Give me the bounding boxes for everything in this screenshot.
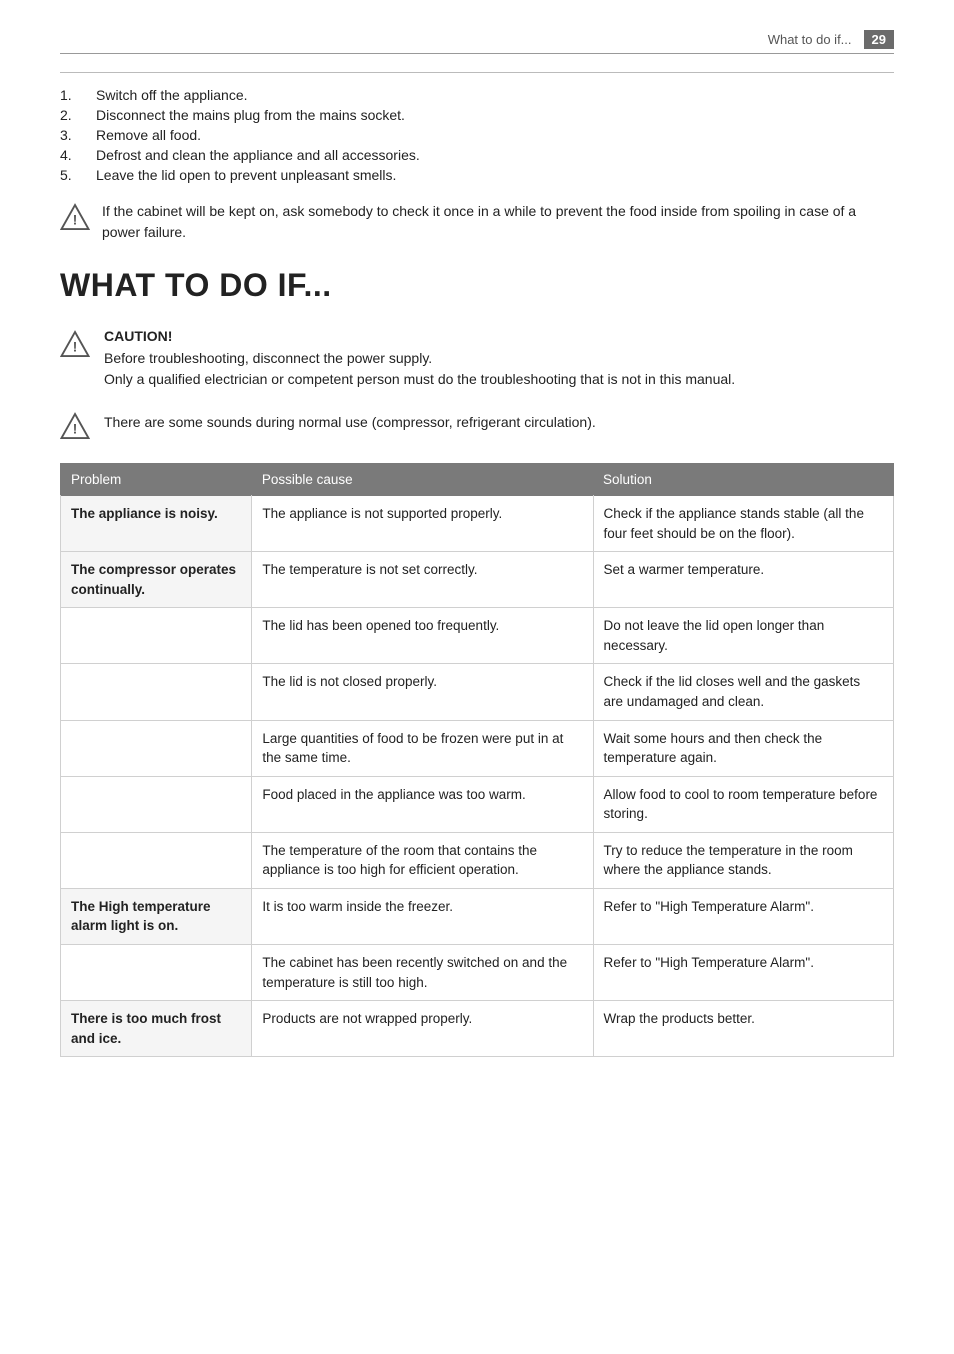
page-header: What to do if... 29 (60, 30, 894, 54)
cause-cell: The temperature of the room that contain… (252, 832, 593, 888)
cause-cell: The lid has been opened too frequently. (252, 608, 593, 664)
intro-list: 1.Switch off the appliance.2.Disconnect … (60, 87, 894, 183)
list-num: 1. (60, 87, 96, 103)
trouble-table: Problem Possible cause Solution The appl… (60, 463, 894, 1057)
cause-cell: The lid is not closed properly. (252, 664, 593, 720)
list-item: 2.Disconnect the mains plug from the mai… (60, 107, 894, 123)
table-header-row: Problem Possible cause Solution (61, 464, 894, 496)
section-title: WHAT TO DO IF... (60, 267, 894, 304)
problem-cell (61, 832, 252, 888)
problem-cell (61, 608, 252, 664)
cause-cell: The cabinet has been recently switched o… (252, 945, 593, 1001)
table-body: The appliance is noisy.The appliance is … (61, 496, 894, 1057)
list-num: 4. (60, 147, 96, 163)
table-row: The cabinet has been recently switched o… (61, 945, 894, 1001)
problem-cell: The appliance is noisy. (61, 496, 252, 552)
list-text: Remove all food. (96, 127, 201, 143)
cause-cell: The appliance is not supported properly. (252, 496, 593, 552)
solution-cell: Check if the lid closes well and the gas… (593, 664, 893, 720)
table-row: The compressor operates continually.The … (61, 552, 894, 608)
col-problem: Problem (61, 464, 252, 496)
caution-title: CAUTION! (104, 328, 735, 344)
table-row: The lid is not closed properly.Check if … (61, 664, 894, 720)
solution-cell: Allow food to cool to room temperature b… (593, 776, 893, 832)
list-num: 3. (60, 127, 96, 143)
problem-cell: There is too much frost and ice. (61, 1001, 252, 1057)
cause-cell: Products are not wrapped properly. (252, 1001, 593, 1057)
table-header: Problem Possible cause Solution (61, 464, 894, 496)
solution-cell: Do not leave the lid open longer than ne… (593, 608, 893, 664)
cause-cell: Food placed in the appliance was too war… (252, 776, 593, 832)
solution-cell: Set a warmer temperature. (593, 552, 893, 608)
warning-icon: ! (60, 202, 90, 232)
problem-cell (61, 664, 252, 720)
problem-cell: The compressor operates continually. (61, 552, 252, 608)
table-row: The appliance is noisy.The appliance is … (61, 496, 894, 552)
cause-cell: It is too warm inside the freezer. (252, 888, 593, 944)
sounds-icon: ! (60, 411, 90, 441)
table-row: The temperature of the room that contain… (61, 832, 894, 888)
svg-text:!: ! (73, 213, 78, 228)
solution-cell: Check if the appliance stands stable (al… (593, 496, 893, 552)
caution-content: CAUTION! Before troubleshooting, disconn… (104, 328, 735, 390)
list-num: 2. (60, 107, 96, 123)
list-item: 5.Leave the lid open to prevent unpleasa… (60, 167, 894, 183)
list-text: Switch off the appliance. (96, 87, 248, 103)
list-num: 5. (60, 167, 96, 183)
problem-cell: The High temperature alarm light is on. (61, 888, 252, 944)
top-separator (60, 72, 894, 73)
col-solution: Solution (593, 464, 893, 496)
cause-cell: Large quantities of food to be frozen we… (252, 720, 593, 776)
cause-cell: The temperature is not set correctly. (252, 552, 593, 608)
intro-warning-text: If the cabinet will be kept on, ask some… (102, 201, 894, 243)
intro-warning-block: ! If the cabinet will be kept on, ask so… (60, 201, 894, 243)
solution-cell: Wait some hours and then check the tempe… (593, 720, 893, 776)
list-item: 4.Defrost and clean the appliance and al… (60, 147, 894, 163)
solution-cell: Refer to "High Temperature Alarm". (593, 888, 893, 944)
solution-cell: Wrap the products better. (593, 1001, 893, 1057)
page-number: 29 (864, 30, 894, 49)
list-item: 1.Switch off the appliance. (60, 87, 894, 103)
svg-text:!: ! (73, 340, 78, 355)
page-header-label: What to do if... (768, 32, 852, 47)
list-item: 3.Remove all food. (60, 127, 894, 143)
problem-cell (61, 720, 252, 776)
svg-text:!: ! (73, 422, 78, 437)
problem-cell (61, 776, 252, 832)
list-text: Defrost and clean the appliance and all … (96, 147, 420, 163)
table-row: Large quantities of food to be frozen we… (61, 720, 894, 776)
solution-cell: Refer to "High Temperature Alarm". (593, 945, 893, 1001)
list-text: Leave the lid open to prevent unpleasant… (96, 167, 396, 183)
caution-icon: ! (60, 329, 90, 359)
table-row: Food placed in the appliance was too war… (61, 776, 894, 832)
table-row: The lid has been opened too frequently.D… (61, 608, 894, 664)
col-cause: Possible cause (252, 464, 593, 496)
caution-block: ! CAUTION! Before troubleshooting, disco… (60, 328, 894, 390)
problem-cell (61, 945, 252, 1001)
table-row: There is too much frost and ice.Products… (61, 1001, 894, 1057)
table-row: The High temperature alarm light is on.I… (61, 888, 894, 944)
list-text: Disconnect the mains plug from the mains… (96, 107, 405, 123)
caution-body: Before troubleshooting, disconnect the p… (104, 348, 735, 390)
sounds-text: There are some sounds during normal use … (104, 410, 596, 433)
sounds-block: ! There are some sounds during normal us… (60, 410, 894, 441)
solution-cell: Try to reduce the temperature in the roo… (593, 832, 893, 888)
